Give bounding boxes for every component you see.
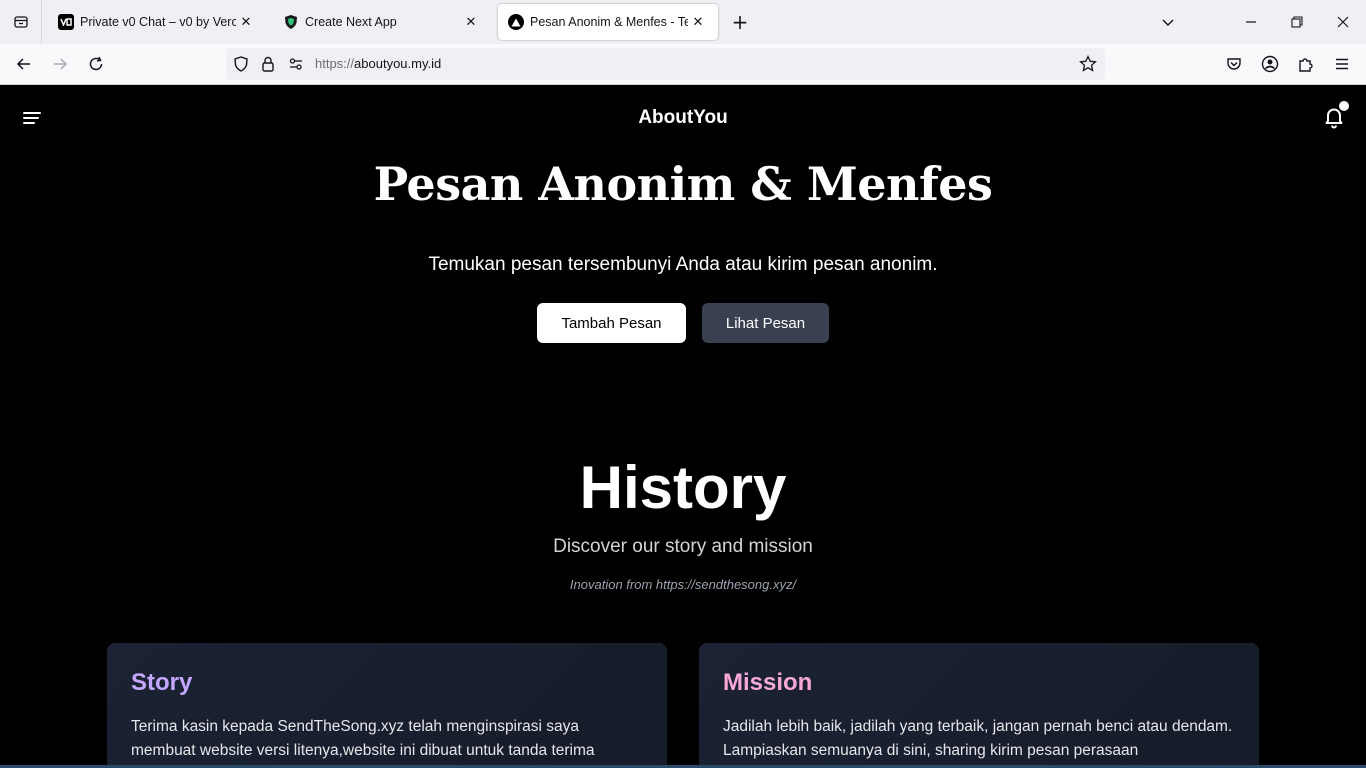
account-button[interactable] bbox=[1258, 52, 1282, 76]
forward-button[interactable] bbox=[48, 52, 72, 76]
extensions-button[interactable] bbox=[1294, 52, 1318, 76]
close-icon[interactable]: ✕ bbox=[236, 12, 256, 32]
view-messages-button[interactable]: Lihat Pesan bbox=[702, 303, 829, 343]
back-button[interactable] bbox=[12, 52, 36, 76]
notification-badge bbox=[1339, 101, 1349, 111]
add-message-button[interactable]: Tambah Pesan bbox=[537, 303, 686, 343]
reload-button[interactable] bbox=[84, 52, 108, 76]
history-subtitle: Discover our story and mission bbox=[553, 536, 813, 557]
mission-card: Mission Jadilah lebih baik, jadilah yang… bbox=[699, 643, 1259, 768]
story-text: Terima kasin kepada SendTheSong.xyz tela… bbox=[131, 718, 595, 759]
tab-title: Create Next App bbox=[305, 15, 397, 29]
tab-title: Pesan Anonim & Menfes - Tem bbox=[530, 15, 688, 29]
url-host: aboutyou.my.id bbox=[354, 56, 442, 71]
url-scheme: https:// bbox=[315, 56, 355, 71]
tab-v0-chat[interactable]: Private v0 Chat – v0 by Vercel ✕ bbox=[48, 4, 266, 40]
history-title: History bbox=[579, 454, 787, 521]
pocket-button[interactable] bbox=[1222, 52, 1246, 76]
history-note: Inovation from https://sendthesong.xyz/ bbox=[569, 577, 797, 592]
mission-text: Jadilah lebih baik, jadilah yang terbaik… bbox=[723, 718, 1233, 759]
restore-icon bbox=[1291, 16, 1303, 28]
url-bar[interactable]: https://aboutyou.my.id bbox=[226, 48, 1105, 80]
restore-button[interactable] bbox=[1285, 10, 1309, 34]
tab-overflow-button[interactable] bbox=[1156, 10, 1180, 34]
bookmark-star-icon[interactable] bbox=[1079, 54, 1097, 77]
reload-icon bbox=[89, 56, 103, 71]
page-content: AboutYou Pesan Anonim & Menfes Temukan p… bbox=[0, 85, 1366, 768]
browser-tab-bar: Private v0 Chat – v0 by Vercel ✕ Create … bbox=[0, 0, 1366, 44]
permissions-icon[interactable] bbox=[288, 56, 304, 76]
hero-title: Pesan Anonim & Menfes bbox=[373, 157, 993, 211]
close-icon[interactable]: ✕ bbox=[461, 12, 481, 32]
triangle-icon bbox=[508, 14, 524, 30]
plus-icon: + bbox=[731, 10, 749, 34]
tab-list-icon bbox=[13, 16, 28, 28]
arrow-right-icon bbox=[54, 58, 68, 70]
account-icon bbox=[1261, 55, 1279, 73]
hero-subtitle: Temukan pesan tersembunyi Anda atau kiri… bbox=[428, 254, 938, 275]
site-brand[interactable]: AboutYou bbox=[0, 107, 1366, 129]
tab-title: Private v0 Chat – v0 by Vercel bbox=[80, 15, 236, 29]
story-title: Story bbox=[131, 669, 193, 696]
new-tab-button[interactable]: + bbox=[728, 10, 752, 34]
pocket-icon bbox=[1227, 58, 1241, 70]
puzzle-icon bbox=[1299, 58, 1313, 72]
app-menu-button[interactable] bbox=[1330, 52, 1354, 76]
browser-nav-bar: https://aboutyou.my.id bbox=[0, 44, 1366, 85]
tab-list-button[interactable] bbox=[0, 0, 42, 44]
close-window-button[interactable] bbox=[1331, 10, 1355, 34]
minimize-button[interactable] bbox=[1239, 10, 1263, 34]
v0-icon bbox=[58, 14, 74, 30]
mission-title: Mission bbox=[723, 669, 813, 696]
story-card: Story Terima kasin kepada SendTheSong.xy… bbox=[107, 643, 667, 768]
chevron-down-icon bbox=[1162, 19, 1174, 26]
minimize-icon bbox=[1246, 21, 1256, 23]
shield-icon bbox=[283, 14, 299, 30]
tab-pesan-anonim[interactable]: Pesan Anonim & Menfes - Tem ✕ bbox=[498, 4, 718, 40]
lock-icon[interactable] bbox=[260, 55, 276, 77]
close-icon[interactable]: ✕ bbox=[688, 12, 708, 32]
tab-create-next-app[interactable]: Create Next App ✕ bbox=[273, 4, 491, 40]
hamburger-menu-icon bbox=[1336, 58, 1348, 70]
close-icon bbox=[1337, 16, 1349, 28]
arrow-left-icon bbox=[16, 58, 30, 70]
tracking-shield-icon[interactable] bbox=[232, 55, 250, 77]
url-text[interactable]: https://aboutyou.my.id bbox=[315, 56, 441, 71]
